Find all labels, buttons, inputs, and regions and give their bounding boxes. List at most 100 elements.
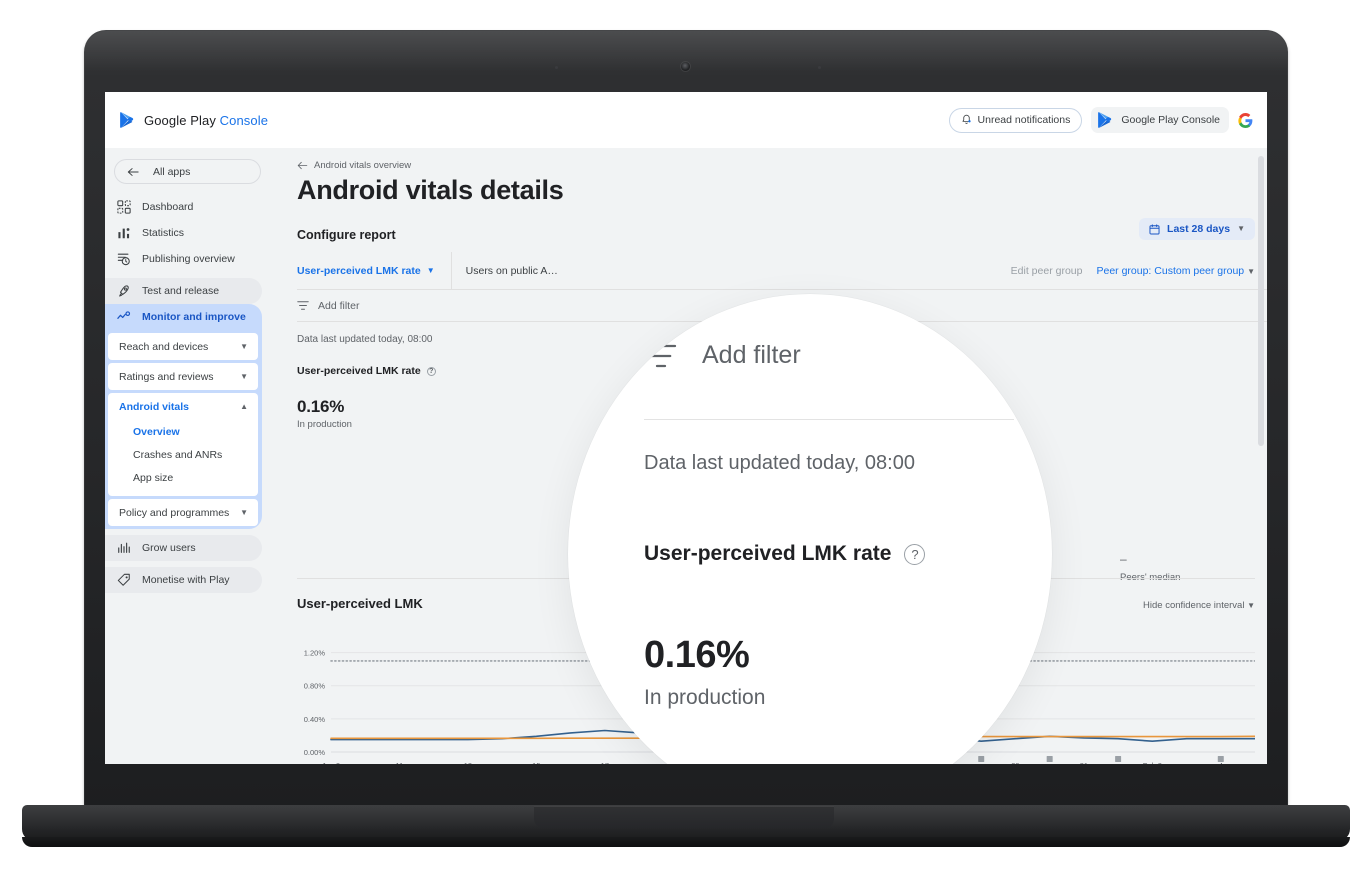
all-apps-button[interactable]: All apps xyxy=(114,159,261,184)
sidebar-item-label: Dashboard xyxy=(142,201,194,213)
peer-group-controls: Edit peer group Peer group: Custom peer … xyxy=(1011,265,1255,277)
x-tick-label: 31 xyxy=(1080,761,1088,764)
chevron-up-icon: ▲ xyxy=(240,401,248,411)
peer-group-select[interactable]: Peer group: Custom peer group ▼ xyxy=(1096,265,1255,277)
filter-icon xyxy=(645,344,677,367)
sidebar-item-publishing-overview[interactable]: Publishing overview xyxy=(105,246,262,272)
arrow-left-icon xyxy=(297,161,308,170)
unread-notifications-label: Unread notifications xyxy=(977,114,1071,126)
chart-title: User-perceived LMK xyxy=(297,596,423,611)
lens-metric-label: User-perceived LMK rate xyxy=(644,542,892,565)
sidebar-item-overview[interactable]: Overview xyxy=(108,420,258,443)
y-tick-label: 1.20% xyxy=(304,649,326,658)
calendar-icon xyxy=(1149,223,1160,235)
x-tick-label: Jan 9 xyxy=(322,761,340,764)
edit-peer-group-link[interactable]: Edit peer group xyxy=(1011,265,1083,277)
sidebar: All apps Dashboard Statistics Publishing… xyxy=(105,148,270,764)
dashboard-icon xyxy=(117,200,131,214)
date-range-label: Last 28 days xyxy=(1167,223,1231,235)
google-play-icon xyxy=(120,111,134,129)
rocket-icon xyxy=(119,285,129,297)
all-apps-label: All apps xyxy=(153,165,191,178)
x-tick-label: 4 xyxy=(1219,761,1223,764)
metric-select[interactable]: User-perceived LMK rate ▼ xyxy=(297,252,451,290)
kpi-label-text: User-perceived LMK rate xyxy=(297,365,421,377)
grow-icon xyxy=(118,542,130,553)
page-title: Android vitals details xyxy=(297,175,564,205)
topbar-actions: Unread notifications Google Play Console xyxy=(948,107,1253,133)
confidence-interval-toggle[interactable]: Hide confidence interval ▼ xyxy=(1143,600,1255,611)
sidebar-sublink-label: Crashes and ANRs xyxy=(133,448,223,461)
date-range-button[interactable]: Last 28 days ▼ xyxy=(1139,218,1255,240)
sidebar-item-crashes-and-anrs[interactable]: Crashes and ANRs xyxy=(108,443,258,466)
google-play-icon-small xyxy=(1098,111,1112,129)
publishing-icon xyxy=(117,253,130,266)
arrow-left-icon xyxy=(127,167,139,176)
screenshot-root: Google Play Console Unread notifications xyxy=(0,0,1370,871)
lens-data-updated: Data last updated today, 08:00 xyxy=(644,452,915,474)
sidebar-subgroup-label: Reach and devices xyxy=(119,340,209,353)
x-tick-label: 15 xyxy=(532,761,540,764)
sidebar-item-grow-users[interactable]: Grow users xyxy=(105,535,262,561)
sidebar-subgroup-header-android-vitals[interactable]: Android vitals ▲ xyxy=(108,393,258,420)
y-tick-label: 0.40% xyxy=(304,715,326,724)
sidebar-subgroup-reach-and-devices[interactable]: Reach and devices ▼ xyxy=(108,333,258,360)
lens-add-filter-row[interactable]: Add filter xyxy=(644,341,801,370)
x-tick-label: 13 xyxy=(464,761,472,764)
sidebar-item-app-size[interactable]: App size xyxy=(108,466,258,489)
lens-divider xyxy=(644,419,1014,420)
microphone-right xyxy=(818,66,821,69)
sidebar-subgroup-header[interactable]: Policy and programmes ▼ xyxy=(108,499,258,526)
unread-notifications-button[interactable]: Unread notifications xyxy=(948,107,1083,133)
lens-kpi-sub: In production xyxy=(644,686,766,709)
magnifier-lens: Add filter Data last updated today, 08:0… xyxy=(568,294,1052,764)
sidebar-item-monetise-with-play[interactable]: Monetise with Play xyxy=(105,567,262,593)
help-icon[interactable]: ? xyxy=(904,543,926,565)
lens-kpi-value: 0.16% xyxy=(644,634,750,676)
y-tick-label: 0.80% xyxy=(304,682,326,691)
x-tick-label: Feb 2 xyxy=(1143,761,1162,764)
chevron-down-icon: ▼ xyxy=(426,265,435,275)
sidebar-subgroup-android-vitals: Android vitals ▲ Overview Crashes and AN… xyxy=(108,393,258,496)
breadcrumb[interactable]: Android vitals overview xyxy=(270,148,1267,171)
laptop-base-notch xyxy=(534,806,834,828)
sidebar-sublink-label: Overview xyxy=(133,425,180,438)
dimension-select[interactable]: Users on public A… xyxy=(466,252,572,290)
google-account-icon[interactable] xyxy=(1238,112,1253,128)
y-tick-label: 0.00% xyxy=(304,748,326,757)
sidebar-item-statistics[interactable]: Statistics xyxy=(105,220,262,246)
chevron-down-icon: ▼ xyxy=(240,341,248,351)
sidebar-subgroup-header[interactable]: Reach and devices ▼ xyxy=(108,333,258,360)
scrollbar[interactable] xyxy=(1258,156,1264,446)
divider xyxy=(450,251,452,290)
sidebar-item-dashboard[interactable]: Dashboard xyxy=(105,194,262,220)
chevron-down-icon: ▼ xyxy=(1247,266,1255,276)
brand[interactable]: Google Play Console xyxy=(119,111,268,129)
chevron-down-icon: ▼ xyxy=(240,507,248,517)
sidebar-subgroup-ratings-and-reviews[interactable]: Ratings and reviews ▼ xyxy=(108,363,258,390)
sidebar-group-monitor-and-improve: Monitor and improve Reach and devices ▼ … xyxy=(105,304,262,529)
screen: Google Play Console Unread notifications xyxy=(105,92,1267,764)
bell-icon xyxy=(962,114,971,124)
sidebar-item-test-and-release[interactable]: Test and release xyxy=(105,278,262,304)
chevron-down-icon: ▼ xyxy=(1237,224,1245,233)
chevron-down-icon: ▼ xyxy=(1247,601,1255,610)
chart-event-marker xyxy=(1115,756,1122,762)
x-tick-label: 11 xyxy=(396,761,404,764)
sidebar-item-monitor-and-improve[interactable]: Monitor and improve xyxy=(105,304,254,330)
sidebar-item-label: Monetise with Play xyxy=(142,574,230,586)
filter-icon xyxy=(297,301,309,310)
brand-text: Google Play Console xyxy=(144,112,269,128)
configure-report-heading: Configure report xyxy=(297,228,396,242)
sidebar-subgroup-policy-and-programmes[interactable]: Policy and programmes ▼ xyxy=(108,499,258,526)
chevron-down-icon: ▼ xyxy=(240,371,248,381)
sidebar-subgroup-label: Android vitals xyxy=(119,400,190,413)
lens-add-filter-label: Add filter xyxy=(702,341,801,369)
sidebar-item-label: Grow users xyxy=(142,542,196,554)
microphone-left xyxy=(555,66,558,69)
account-switcher[interactable]: Google Play Console xyxy=(1091,107,1229,133)
sidebar-sublink-label: App size xyxy=(133,471,174,484)
sidebar-subgroup-header[interactable]: Ratings and reviews ▼ xyxy=(108,363,258,390)
breadcrumb-label: Android vitals overview xyxy=(314,160,412,171)
help-icon[interactable]: ? xyxy=(426,366,436,376)
